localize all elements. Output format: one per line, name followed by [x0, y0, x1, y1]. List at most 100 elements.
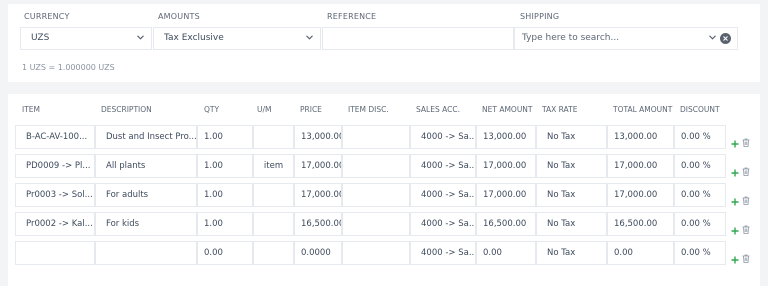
sales-acc-cell-text: 4000 -> Sa...: [421, 161, 476, 171]
sales-acc-cell[interactable]: 4000 -> Sa...: [410, 183, 476, 207]
tax-rate-cell[interactable]: No Tax: [536, 212, 607, 236]
item-cell[interactable]: [15, 241, 95, 265]
net-amount-cell-text: 17,000.00: [483, 190, 527, 200]
discount-cell-text: 0.00 %: [681, 190, 711, 200]
price-cell[interactable]: 17,000.00: [294, 183, 342, 207]
col-header-item-disc: ITEM DISC.: [348, 105, 389, 114]
col-header-net-amount: NET AMOUNT: [482, 105, 533, 114]
net-amount-cell-text: 13,000.00: [483, 132, 527, 142]
trash-icon[interactable]: [742, 190, 750, 205]
qty-cell[interactable]: 1.00: [197, 212, 253, 236]
discount-cell-text: 0.00 %: [681, 219, 711, 229]
discount-cell[interactable]: 0.00 %: [674, 212, 726, 236]
reference-input[interactable]: [322, 27, 514, 50]
sales-acc-cell[interactable]: 4000 -> Sa...: [410, 212, 476, 236]
qty-cell-text: 1.00: [204, 190, 223, 200]
item-disc-cell[interactable]: [342, 154, 410, 178]
chevron-down-icon[interactable]: [709, 28, 717, 49]
um-cell[interactable]: [253, 241, 294, 265]
amounts-select[interactable]: Tax Exclusive: [153, 27, 321, 50]
um-cell[interactable]: [253, 125, 294, 149]
discount-cell[interactable]: 0.00 %: [674, 183, 726, 207]
price-cell[interactable]: 13,000.00: [294, 125, 342, 149]
currency-select[interactable]: UZS: [20, 27, 152, 50]
price-cell-text: 17,000.00: [301, 161, 342, 171]
description-cell[interactable]: All plants: [95, 154, 197, 178]
item-cell[interactable]: Pr0002 -> Kal...: [15, 212, 95, 236]
total-amount-cell-text: 17,000.00: [614, 161, 658, 171]
tax-rate-cell[interactable]: No Tax: [536, 125, 607, 149]
trash-icon[interactable]: [742, 161, 750, 176]
um-cell[interactable]: [253, 212, 294, 236]
col-header-total-amount: TOTAL AMOUNT: [613, 105, 673, 114]
clear-icon[interactable]: [720, 33, 731, 44]
tax-rate-cell[interactable]: No Tax: [536, 241, 607, 265]
discount-cell[interactable]: 0.00 %: [674, 154, 726, 178]
qty-cell-text: 0.00: [204, 248, 223, 258]
price-cell[interactable]: 17,000.00: [294, 154, 342, 178]
price-cell-text: 13,000.00: [301, 132, 342, 142]
um-cell[interactable]: [253, 183, 294, 207]
um-cell[interactable]: item: [253, 154, 294, 178]
description-cell[interactable]: Dust and Insect Pro...: [95, 125, 197, 149]
col-header-discount: DISCOUNT: [680, 105, 720, 114]
item-cell[interactable]: B-AC-AV-100...: [15, 125, 95, 149]
item-disc-cell[interactable]: [342, 212, 410, 236]
qty-cell[interactable]: 0.00: [197, 241, 253, 265]
plus-icon[interactable]: [731, 220, 739, 235]
net-amount-cell: 17,000.00: [476, 154, 536, 178]
item-cell-text: PD0009 -> Pl...: [26, 161, 91, 171]
qty-cell[interactable]: 1.00: [197, 183, 253, 207]
description-cell-text: For adults: [106, 190, 149, 200]
net-amount-cell: 17,000.00: [476, 183, 536, 207]
amounts-value: Tax Exclusive: [164, 33, 224, 43]
item-disc-cell[interactable]: [342, 241, 410, 265]
net-amount-cell-text: 16,500.00: [483, 219, 527, 229]
item-cell-text: Pr0003 -> Sol...: [26, 190, 93, 200]
item-cell[interactable]: PD0009 -> Pl...: [15, 154, 95, 178]
plus-icon[interactable]: [731, 133, 739, 148]
item-disc-cell[interactable]: [342, 125, 410, 149]
price-cell-text: 16,500.00: [301, 219, 342, 229]
sales-acc-cell[interactable]: 4000 -> Sa...: [410, 125, 476, 149]
description-cell[interactable]: For adults: [95, 183, 197, 207]
trash-icon[interactable]: [742, 219, 750, 234]
shipping-placeholder: Type here to search...: [522, 33, 620, 43]
col-header-qty: QTY: [204, 105, 220, 114]
tax-rate-cell-text: No Tax: [547, 248, 576, 258]
plus-icon[interactable]: [731, 162, 739, 177]
price-cell[interactable]: 16,500.00: [294, 212, 342, 236]
sales-acc-cell-text: 4000 -> Sa...: [421, 132, 476, 142]
plus-icon[interactable]: [731, 249, 739, 264]
net-amount-cell-text: 17,000.00: [483, 161, 527, 171]
item-cell-text: B-AC-AV-100...: [26, 132, 88, 142]
discount-cell[interactable]: 0.00 %: [674, 125, 726, 149]
trash-icon[interactable]: [742, 248, 750, 263]
item-cell[interactable]: Pr0003 -> Sol...: [15, 183, 95, 207]
description-cell[interactable]: [95, 241, 197, 265]
qty-cell[interactable]: 1.00: [197, 154, 253, 178]
item-disc-cell[interactable]: [342, 183, 410, 207]
amounts-label: AMOUNTS: [158, 12, 200, 21]
description-cell[interactable]: For kids: [95, 212, 197, 236]
sales-acc-cell-text: 4000 -> Sa...: [421, 190, 476, 200]
total-amount-cell: 17,000.00: [607, 183, 674, 207]
trash-icon[interactable]: [742, 132, 750, 147]
qty-cell-text: 1.00: [204, 161, 223, 171]
currency-label: CURRENCY: [24, 12, 70, 21]
tax-rate-cell[interactable]: No Tax: [536, 154, 607, 178]
col-header-sales-acc: SALES ACC.: [416, 105, 460, 114]
qty-cell[interactable]: 1.00: [197, 125, 253, 149]
price-cell[interactable]: 0.0000: [294, 241, 342, 265]
total-amount-cell: 13,000.00: [607, 125, 674, 149]
qty-cell-text: 1.00: [204, 219, 223, 229]
col-header-item: ITEM: [22, 105, 41, 114]
sales-acc-cell[interactable]: 4000 -> Sa...: [410, 241, 476, 265]
tax-rate-cell[interactable]: No Tax: [536, 183, 607, 207]
exchange-rate-text: 1 UZS = 1.000000 UZS: [22, 63, 115, 72]
sales-acc-cell[interactable]: 4000 -> Sa...: [410, 154, 476, 178]
plus-icon[interactable]: [731, 191, 739, 206]
discount-cell[interactable]: 0.00 %: [674, 241, 726, 265]
sales-acc-cell-text: 4000 -> Sa...: [421, 219, 476, 229]
shipping-search-input[interactable]: Type here to search...: [514, 27, 738, 50]
